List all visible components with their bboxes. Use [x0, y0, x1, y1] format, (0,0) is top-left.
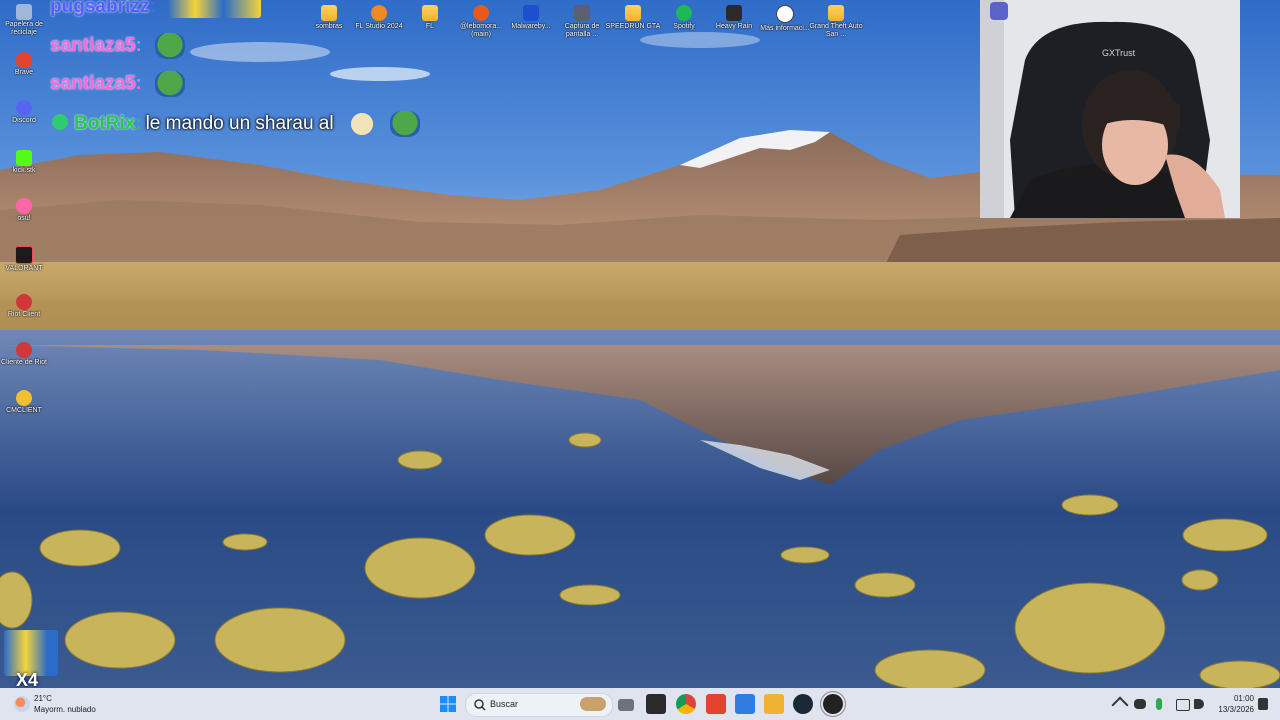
file-explorer-icon[interactable]: [764, 694, 784, 714]
chat-message: pugsabrizz:: [50, 0, 261, 18]
weather-temperature: 21°C: [34, 694, 52, 703]
kick-icon: [16, 150, 32, 166]
taskbar-search[interactable]: Buscar: [465, 693, 613, 717]
epic-games-icon[interactable]: [646, 694, 666, 714]
microphone-icon[interactable]: [1156, 698, 1162, 710]
chat-colon: :: [149, 0, 156, 18]
desktop-icon-speedrun-gta[interactable]: SPEEDRUN GTA: [605, 2, 661, 31]
chat-message: santiaza5:: [50, 33, 186, 59]
cmclient-icon: [16, 390, 32, 406]
folder-icon: [828, 5, 844, 21]
chat-colon: :: [135, 113, 142, 135]
chat-colon: :: [135, 73, 142, 95]
recycle-bin-icon: [16, 4, 32, 20]
desktop-icon-cliente-riot[interactable]: Cliente de Riot: [0, 342, 48, 367]
chair-brand-text: GXTrust: [1102, 48, 1136, 58]
chrome-icon[interactable]: [676, 694, 696, 714]
chat-message: BotRix: le mando un sharau al: [52, 111, 421, 137]
chevron-up-icon[interactable]: [1111, 696, 1129, 714]
desktop-icon-mas-informacion[interactable]: Más informaci...: [757, 2, 813, 33]
cat-emote: [346, 111, 377, 137]
obs-icon[interactable]: [823, 694, 843, 714]
info-icon: [776, 5, 794, 23]
desktop-icon-sombras[interactable]: sombras: [301, 2, 357, 31]
brave-icon: [16, 52, 32, 68]
desktop-icon-kick[interactable]: kick.stk: [0, 150, 48, 175]
desktop-icon-spotify[interactable]: Spotify: [656, 2, 712, 31]
folder-icon: [321, 5, 337, 21]
network-icon[interactable]: [1176, 699, 1190, 711]
clock-date: 13/3/2026: [1218, 705, 1254, 714]
desktop-icon-recycle-bin[interactable]: Papelera de reciclaje: [0, 4, 48, 37]
desktop-icon-brave[interactable]: Brave: [0, 52, 48, 77]
brave-icon[interactable]: [706, 694, 726, 714]
desktop-icon-malwarebytes[interactable]: Malwareby...: [503, 2, 559, 31]
fl-studio-icon: [371, 5, 387, 21]
steam-icon[interactable]: [793, 694, 813, 714]
search-icon: [474, 699, 486, 711]
notification-bell-icon[interactable]: [1258, 698, 1268, 710]
chat-colon: :: [135, 35, 142, 57]
desktop-icon-osu[interactable]: osu!: [0, 198, 48, 223]
desktop-icon-captura[interactable]: Captura de pantalla ...: [554, 2, 610, 39]
desktop-icon-fl-studio[interactable]: FL Studio 2024: [351, 2, 407, 31]
camera-icon: [574, 5, 590, 21]
weather-condition: Mayorm. nublado: [34, 705, 96, 714]
clock-time: 01:00: [1233, 694, 1254, 703]
chat-message: santiaza5:: [50, 71, 186, 97]
desktop-icon-gta-san-andreas[interactable]: Grand Theft Auto San ...: [808, 2, 864, 39]
spotify-icon: [676, 5, 692, 21]
verified-badge-icon: [52, 114, 68, 130]
pepe-emote: [390, 111, 421, 137]
webcam-feed: GXTrust: [980, 0, 1240, 218]
windows-logo-icon: [440, 696, 456, 712]
minions-emote: [166, 0, 261, 18]
riot-client-icon: [16, 342, 32, 358]
discord-icon: [16, 100, 32, 116]
taskbar: 21°C Mayorm. nublado Buscar 01:00 13/3/2…: [0, 688, 1280, 720]
riot-client-icon: [16, 294, 32, 310]
desktop-icon-riot-client[interactable]: Riot Client: [0, 294, 48, 319]
minion-avatar-badge: X4: [4, 630, 58, 690]
valorant-icon: [15, 246, 33, 264]
desktop-icon-fl[interactable]: FL: [402, 2, 458, 31]
malwarebytes-icon: [523, 5, 539, 21]
volume-icon[interactable]: [1194, 699, 1204, 709]
search-highlight-image: [580, 697, 606, 711]
folder-icon: [625, 5, 641, 21]
desktop-icon-cmclient[interactable]: CMCLIENT: [0, 390, 48, 415]
task-view-icon[interactable]: [618, 699, 634, 711]
game-icon: [726, 5, 742, 21]
desktop-icon-valorant[interactable]: VALORANT: [0, 246, 48, 273]
desktop-icon-lebomora[interactable]: @lebomora... (main): [453, 2, 509, 39]
pepe-emote: [155, 71, 186, 97]
discord-tray-icon[interactable]: [1134, 699, 1146, 709]
desktop-icon-discord[interactable]: Discord: [0, 100, 48, 125]
pepe-emote: [155, 33, 186, 59]
microsoft-store-icon[interactable]: [735, 694, 755, 714]
webcam-overlay: GXTrust: [980, 0, 1240, 218]
search-placeholder: Buscar: [490, 699, 519, 709]
start-button[interactable]: [438, 694, 458, 714]
weather-cloud-icon: [14, 696, 30, 712]
folder-icon: [422, 5, 438, 21]
osu-icon: [16, 198, 32, 214]
app-icon: [473, 5, 489, 21]
desktop-icon-heavy-rain[interactable]: Heavy Rain: [706, 2, 762, 31]
clock[interactable]: 01:00 13/3/2026: [1208, 693, 1254, 715]
